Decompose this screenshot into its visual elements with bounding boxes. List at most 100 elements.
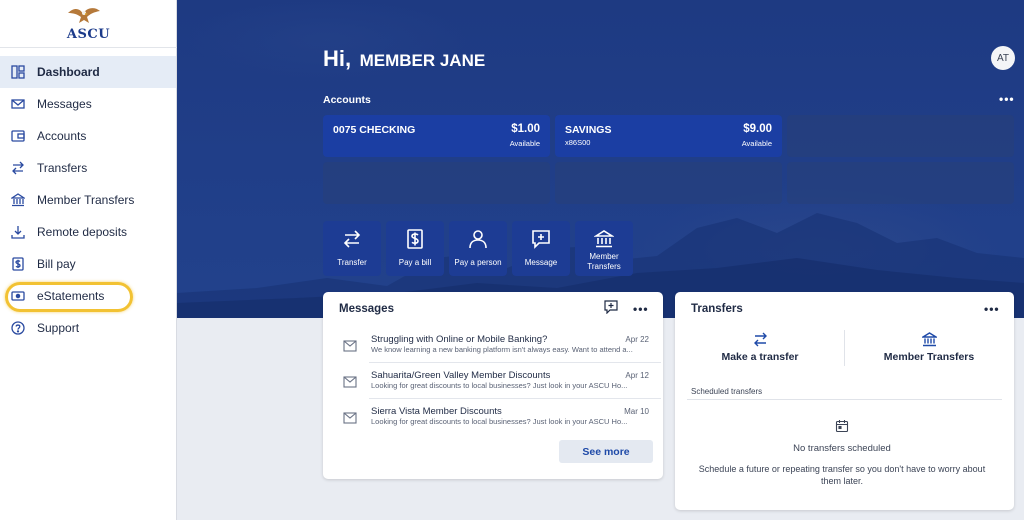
account-card-placeholder <box>787 162 1014 204</box>
message-subject: Sahuarita/Green Valley Member Discounts <box>371 370 551 381</box>
account-number: x86S00 <box>565 138 591 147</box>
transfers-title: Transfers <box>691 303 743 315</box>
quick-action-pay-person[interactable]: Pay a person <box>449 221 507 276</box>
avatar[interactable]: AT <box>991 46 1015 70</box>
quick-action-label: Message <box>524 258 558 267</box>
transfer-arrows-icon <box>10 160 26 176</box>
member-name: MEMBER JANE <box>359 51 486 70</box>
bank-icon <box>10 192 26 208</box>
message-row[interactable]: Struggling with Online or Mobile Banking… <box>341 334 661 368</box>
logo[interactable]: ASCU <box>0 0 177 48</box>
eagle-logo-icon <box>68 8 100 23</box>
quick-action-label: Pay a bill <box>398 258 432 267</box>
messages-more-icon[interactable]: ••• <box>633 302 649 316</box>
hero-banner: Hi, MEMBER JANE AT Accounts ••• 0075 CHE… <box>177 0 1024 318</box>
sidebar-item-transfers[interactable]: Transfers <box>0 152 176 184</box>
logo-text: ASCU <box>66 27 111 42</box>
account-card-placeholder <box>323 162 550 204</box>
make-transfer-button[interactable]: Make a transfer <box>675 332 845 368</box>
member-transfers-button[interactable]: Member Transfers <box>844 332 1014 368</box>
sidebar-item-bill-pay[interactable]: Bill pay <box>0 248 176 280</box>
sidebar-item-label: Accounts <box>37 129 87 143</box>
quick-action-pay-bill[interactable]: Pay a bill <box>386 221 444 276</box>
no-transfers-hint: Schedule a future or repeating transfer … <box>698 464 986 486</box>
bank-icon <box>844 332 1014 348</box>
dollar-doc-icon <box>386 229 444 251</box>
message-row[interactable]: Sahuarita/Green Valley Member Discounts … <box>341 370 661 404</box>
calendar-icon <box>835 420 849 433</box>
accounts-title: Accounts <box>323 94 371 106</box>
message-preview: We know learning a new banking platform … <box>371 345 633 354</box>
message-preview: Looking for great discounts to local bus… <box>371 417 628 426</box>
message-date: Apr 12 <box>625 371 649 380</box>
new-message-icon[interactable] <box>604 300 618 314</box>
transfer-arrows-icon <box>675 332 845 348</box>
sidebar-item-label: Remote deposits <box>37 225 128 239</box>
envelope-icon <box>10 96 26 112</box>
sidebar-item-member-transfers[interactable]: Member Transfers <box>0 184 176 216</box>
divider <box>687 399 1002 400</box>
quick-action-label: Member Transfers <box>587 252 621 271</box>
account-balance-label: Available <box>741 139 772 148</box>
member-transfers-label: Member Transfers <box>883 351 975 363</box>
envelope-icon <box>343 376 357 388</box>
quick-action-transfer[interactable]: Transfer <box>323 221 381 276</box>
quick-action-member-transfers[interactable]: Member Transfers <box>575 221 633 276</box>
help-circle-icon <box>10 320 26 336</box>
account-name: SAVINGS <box>565 124 612 136</box>
envelope-icon <box>343 340 357 352</box>
bank-icon <box>575 229 633 251</box>
message-row[interactable]: Sierra Vista Member Discounts Looking fo… <box>341 406 661 440</box>
messages-title: Messages <box>339 303 394 315</box>
account-name: 0075 CHECKING <box>333 124 416 136</box>
row-divider <box>369 398 661 399</box>
sidebar-item-label: Dashboard <box>37 65 100 79</box>
message-plus-icon <box>512 229 570 251</box>
dollar-doc-icon <box>10 256 26 272</box>
sidebar-item-label: Bill pay <box>37 257 76 271</box>
sidebar-item-label: Support <box>37 321 80 335</box>
sidebar-item-accounts[interactable]: Accounts <box>0 120 176 152</box>
quick-action-label: Pay a person <box>454 258 502 267</box>
account-card-savings[interactable]: SAVINGS x86S00 $9.00 Available <box>555 115 782 157</box>
greeting: Hi, MEMBER JANE <box>323 46 485 72</box>
messages-card: Messages ••• Struggling with Online or M… <box>323 292 663 479</box>
quick-action-label: Transfer <box>337 258 367 267</box>
sidebar-item-remote-deposits[interactable]: Remote deposits <box>0 216 176 248</box>
see-more-button[interactable]: See more <box>559 440 653 463</box>
message-preview: Looking for great discounts to local bus… <box>371 381 628 390</box>
message-subject: Struggling with Online or Mobile Banking… <box>371 334 548 345</box>
sidebar-item-support[interactable]: Support <box>0 312 176 344</box>
dashboard-icon <box>10 64 26 80</box>
account-card-placeholder <box>555 162 782 204</box>
quick-action-message[interactable]: Message <box>512 221 570 276</box>
transfers-card: Transfers ••• Make a transfer Member Tra… <box>675 292 1014 510</box>
account-card-checking[interactable]: 0075 CHECKING $1.00 Available <box>323 115 550 157</box>
message-date: Apr 22 <box>625 335 649 344</box>
no-transfers-title: No transfers scheduled <box>793 443 891 454</box>
sidebar-item-label: Transfers <box>37 161 88 175</box>
sidebar-item-label: Member Transfers <box>37 193 135 207</box>
wallet-icon <box>10 128 26 144</box>
download-icon <box>10 224 26 240</box>
transfers-more-icon[interactable]: ••• <box>984 302 1000 316</box>
sidebar-item-messages[interactable]: Messages <box>0 88 176 120</box>
row-divider <box>369 362 661 363</box>
person-icon <box>449 229 507 251</box>
greeting-hi: Hi, <box>323 46 352 71</box>
sidebar-item-dashboard[interactable]: Dashboard <box>0 56 176 88</box>
sidebar-item-label: Messages <box>37 97 92 111</box>
accounts-more-icon[interactable]: ••• <box>999 92 1015 106</box>
account-balance: $9.00 <box>743 123 772 135</box>
transfer-arrows-icon <box>323 229 381 251</box>
sidebar: ASCU Dashboard Messages Accounts Transfe… <box>0 0 177 520</box>
scheduled-transfers-label: Scheduled transfers <box>691 387 763 396</box>
account-balance: $1.00 <box>511 123 540 135</box>
estatements-highlight-annotation <box>5 282 133 312</box>
make-transfer-label: Make a transfer <box>721 351 799 363</box>
message-subject: Sierra Vista Member Discounts <box>371 406 502 417</box>
envelope-icon <box>343 412 357 424</box>
account-balance-label: Available <box>509 139 540 148</box>
account-card-placeholder <box>787 115 1014 157</box>
message-date: Mar 10 <box>624 407 649 416</box>
